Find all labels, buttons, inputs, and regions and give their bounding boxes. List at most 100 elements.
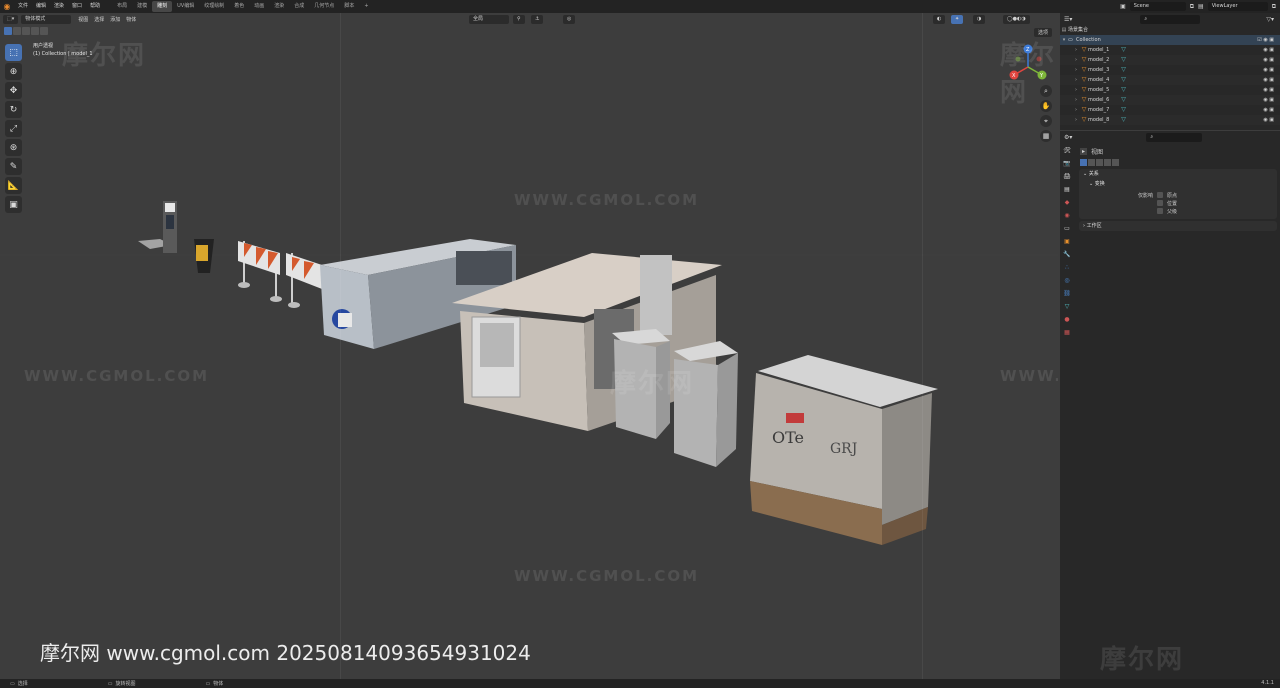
locations-checkbox[interactable] [1157,200,1163,206]
list-item[interactable]: › ▽ model_6 ▽ ◉ ▣ [1060,95,1280,105]
visibility-toggles[interactable]: ◉ ▣ [1263,55,1274,65]
collection-row[interactable]: ▾ ▭ Collection ☑ ◉ ▣ [1060,35,1280,45]
checkbox-row[interactable]: 仅影响 原点 [1079,191,1277,199]
expand-chevron-icon[interactable]: › [1072,115,1080,125]
modifier-tab-icon[interactable]: 🔧 [1062,249,1072,259]
visibility-toggles[interactable]: ◉ ▣ [1263,65,1274,75]
list-item[interactable]: › ▽ model_2 ▽ ◉ ▣ [1060,55,1280,65]
visibility-toggles[interactable]: ◉ ▣ [1263,85,1274,95]
snap-icon[interactable]: ⚓ [531,15,544,24]
data-tab-icon[interactable]: ▽ [1062,301,1072,311]
tab-layout[interactable]: 布局 [112,1,132,12]
move-icon[interactable]: ✥ [5,82,22,99]
add-cube-icon[interactable]: ▣ [5,196,22,213]
list-item[interactable]: › ▽ model_3 ▽ ◉ ▣ [1060,65,1280,75]
output-tab-icon[interactable]: 🖨 [1062,171,1072,181]
object-tab-icon[interactable]: ▣ [1062,236,1072,246]
visibility-toggles[interactable]: ◉ ▣ [1263,95,1274,105]
select-invert-icon[interactable] [31,27,39,35]
menu-view[interactable]: 视图 [75,16,91,23]
mode-set-icon[interactable] [1080,158,1087,166]
scene-collection-row[interactable]: ▤ 场景集合 [1060,25,1280,35]
tab-modeling[interactable]: 建模 [132,1,152,12]
visibility-toggles[interactable]: ◉ ▣ [1263,115,1274,125]
gizmo-toggle-icon[interactable]: ✦ [951,15,964,24]
outliner-type-icon[interactable]: ☰▾ [1064,16,1072,23]
select-box-icon[interactable]: ⬚ [5,44,22,61]
overlay-toggle-icon[interactable]: ◑ [973,15,986,24]
scene-tab-icon[interactable]: ◆ [1062,197,1072,207]
rotate-icon[interactable]: ↻ [5,101,22,118]
scene-field[interactable]: Scene [1129,2,1186,11]
expand-chevron-icon[interactable]: › [1072,85,1080,95]
list-item[interactable]: › ▽ model_1 ▽ ◉ ▣ [1060,45,1280,55]
tab-uv-editing[interactable]: UV编辑 [172,1,199,12]
proportional-edit-icon[interactable]: ◎ [563,15,576,24]
tab-texture-paint[interactable]: 纹理绘制 [199,1,229,12]
expand-chevron-icon[interactable]: › [1072,65,1080,75]
mode-extend-icon[interactable] [1088,158,1095,166]
menu-file[interactable]: 文件 [14,0,32,13]
constraints-tab-icon[interactable]: ⛓ [1062,288,1072,298]
camera-icon[interactable]: ⌖ [1040,115,1052,127]
visibility-icon[interactable]: ◐ [933,15,946,24]
expand-chevron-icon[interactable]: › [1072,45,1080,55]
transform-subpanel-header[interactable]: ⌄ 变换 [1079,179,1277,189]
expand-chevron-icon[interactable]: › [1072,55,1080,65]
menu-window[interactable]: 窗口 [68,0,86,13]
expand-chevron-icon[interactable]: › [1072,95,1080,105]
select-extend-icon[interactable] [13,27,21,35]
mode-difference-icon[interactable] [1104,158,1111,166]
tool-tab-icon[interactable]: 🛠 [1062,145,1072,155]
view-layer-field[interactable]: ViewLayer [1207,2,1268,11]
workspace-panel-header[interactable]: › 工作区 [1079,221,1277,231]
shading-modes[interactable]: ◯●◐◑ [1003,15,1030,24]
list-item[interactable]: › ▽ model_7 ▽ ◉ ▣ [1060,105,1280,115]
mode-dropdown[interactable]: 物体模式 [21,15,72,24]
origins-checkbox[interactable] [1157,192,1163,198]
3d-viewport[interactable]: OTe GRJ 摩尔网 WWW.CGMOL.COM WWW.CGMOL.COM … [0,13,1058,679]
view-layer-tab-icon[interactable]: ▤ [1062,184,1072,194]
collection-tab-icon[interactable]: ▭ [1062,223,1072,233]
measure-icon[interactable]: 📐 [5,177,22,194]
select-new-icon[interactable] [4,27,12,35]
particles-tab-icon[interactable]: ∴ [1062,262,1072,272]
menu-edit[interactable]: 编辑 [32,0,50,13]
tab-geometry-nodes[interactable]: 几何节点 [309,1,339,12]
tab-compositing[interactable]: 合成 [289,1,309,12]
checkbox-row[interactable]: 位置 [1079,199,1277,207]
cursor-icon[interactable]: ⊕ [5,63,22,80]
tab-animation[interactable]: 动画 [249,1,269,12]
properties-type-icon[interactable]: ⚙▾ [1064,134,1072,141]
properties-search-input[interactable]: ⌕ [1146,132,1203,142]
expand-chevron-icon[interactable]: › [1072,105,1080,115]
perspective-grid-icon[interactable]: ▦ [1040,130,1052,142]
menu-select[interactable]: 选择 [91,16,107,23]
tab-shading[interactable]: 着色 [229,1,249,12]
tab-sculpting[interactable]: 雕刻 [152,1,173,12]
list-item[interactable]: › ▽ model_8 ▽ ◉ ▣ [1060,115,1280,125]
filter-icon[interactable]: ▽▾ [1266,16,1274,23]
options-panel-header[interactable]: ⌄ 关系 [1079,169,1277,179]
transform-icon[interactable]: ⊛ [5,139,22,156]
tab-rendering[interactable]: 渲染 [269,1,289,12]
texture-tab-icon[interactable]: ▦ [1062,327,1072,337]
material-tab-icon[interactable]: ● [1062,314,1072,324]
render-tab-icon[interactable]: 📷 [1062,158,1072,168]
new-layer-icon[interactable]: ⧉ [1272,3,1276,11]
select-intersect-icon[interactable] [40,27,48,35]
collapse-chevron-icon[interactable]: ▾ [1060,35,1068,45]
transform-orientation-dropdown[interactable]: 全局 [469,15,509,24]
menu-help[interactable]: 帮助 [86,0,104,13]
physics-tab-icon[interactable]: ◎ [1062,275,1072,285]
new-scene-icon[interactable]: ⧉ [1190,3,1194,11]
blender-logo-icon[interactable]: ◉ [0,0,14,13]
visibility-toggles[interactable]: ◉ ▣ [1263,105,1274,115]
tab-scripting[interactable]: 脚本 [339,1,359,12]
menu-object[interactable]: 物体 [123,16,139,23]
checkbox-row[interactable]: 父级 [1079,207,1277,215]
mode-subtract-icon[interactable] [1096,158,1103,166]
select-subtract-icon[interactable] [22,27,30,35]
collection-toggles[interactable]: ☑ ◉ ▣ [1257,35,1274,45]
parents-checkbox[interactable] [1157,208,1163,214]
